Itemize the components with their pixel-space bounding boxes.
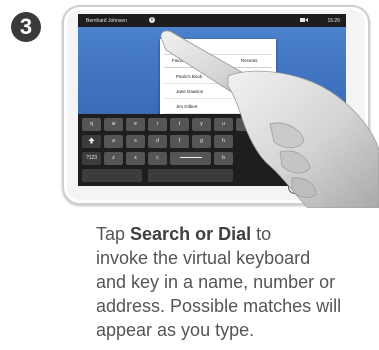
tab-recents[interactable]: Recents [241, 58, 258, 63]
key[interactable]: h [214, 135, 233, 148]
step-number-badge: 3 [11, 12, 41, 42]
shift-key[interactable] [82, 135, 101, 148]
status-bar: Bernhard Johnsen i 15:26 [78, 14, 346, 27]
search-dropdown: Favorites Recents Paolo's Book Jane Daws… [160, 39, 276, 125]
virtual-keyboard: q w e r t y u i o a s d f g h ?123 z x c… [78, 114, 346, 186]
space-bar-mark [179, 157, 202, 159]
key[interactable]: e [126, 118, 145, 131]
key[interactable]: w [104, 118, 123, 131]
key[interactable]: q [82, 118, 101, 131]
key[interactable]: f [170, 135, 189, 148]
contact-list-item[interactable]: Jane Dawson [164, 84, 272, 99]
key[interactable]: b [214, 152, 233, 165]
key[interactable]: i [236, 118, 255, 131]
info-icon[interactable]: i [149, 17, 155, 23]
space-key[interactable] [170, 152, 211, 165]
tab-divider [164, 67, 272, 68]
key[interactable]: y [192, 118, 211, 131]
search-icon [166, 44, 175, 53]
key[interactable]: s [126, 135, 145, 148]
key[interactable]: a [104, 135, 123, 148]
key[interactable]: r [148, 118, 167, 131]
instruction-text: Tap Search or Dial to invoke the virtual… [96, 224, 342, 340]
key[interactable] [148, 169, 233, 182]
camera-icon[interactable] [300, 17, 308, 23]
key[interactable]: u [214, 118, 233, 131]
key[interactable]: t [170, 118, 189, 131]
contact-list-item[interactable]: Jim Gilbert [164, 99, 272, 114]
status-time: 15:26 [327, 18, 340, 24]
key[interactable]: o [258, 118, 277, 131]
numbers-key[interactable]: ?123 [82, 152, 101, 165]
key[interactable]: d [148, 135, 167, 148]
shift-icon [88, 137, 95, 144]
touch-screen: Bernhard Johnsen i 15:26 Favorites Recen… [78, 14, 346, 186]
key[interactable]: x [126, 152, 145, 165]
tab-favorites[interactable]: Favorites [172, 58, 191, 63]
key[interactable]: g [192, 135, 211, 148]
key[interactable]: z [104, 152, 123, 165]
key[interactable] [82, 169, 142, 182]
search-or-dial-field[interactable] [164, 42, 272, 55]
contact-list-item[interactable]: Paolo's Book [164, 69, 272, 84]
key[interactable]: c [148, 152, 167, 165]
search-or-dial-term: Search or Dial [130, 224, 252, 244]
status-user-name[interactable]: Bernhard Johnsen [86, 18, 127, 24]
